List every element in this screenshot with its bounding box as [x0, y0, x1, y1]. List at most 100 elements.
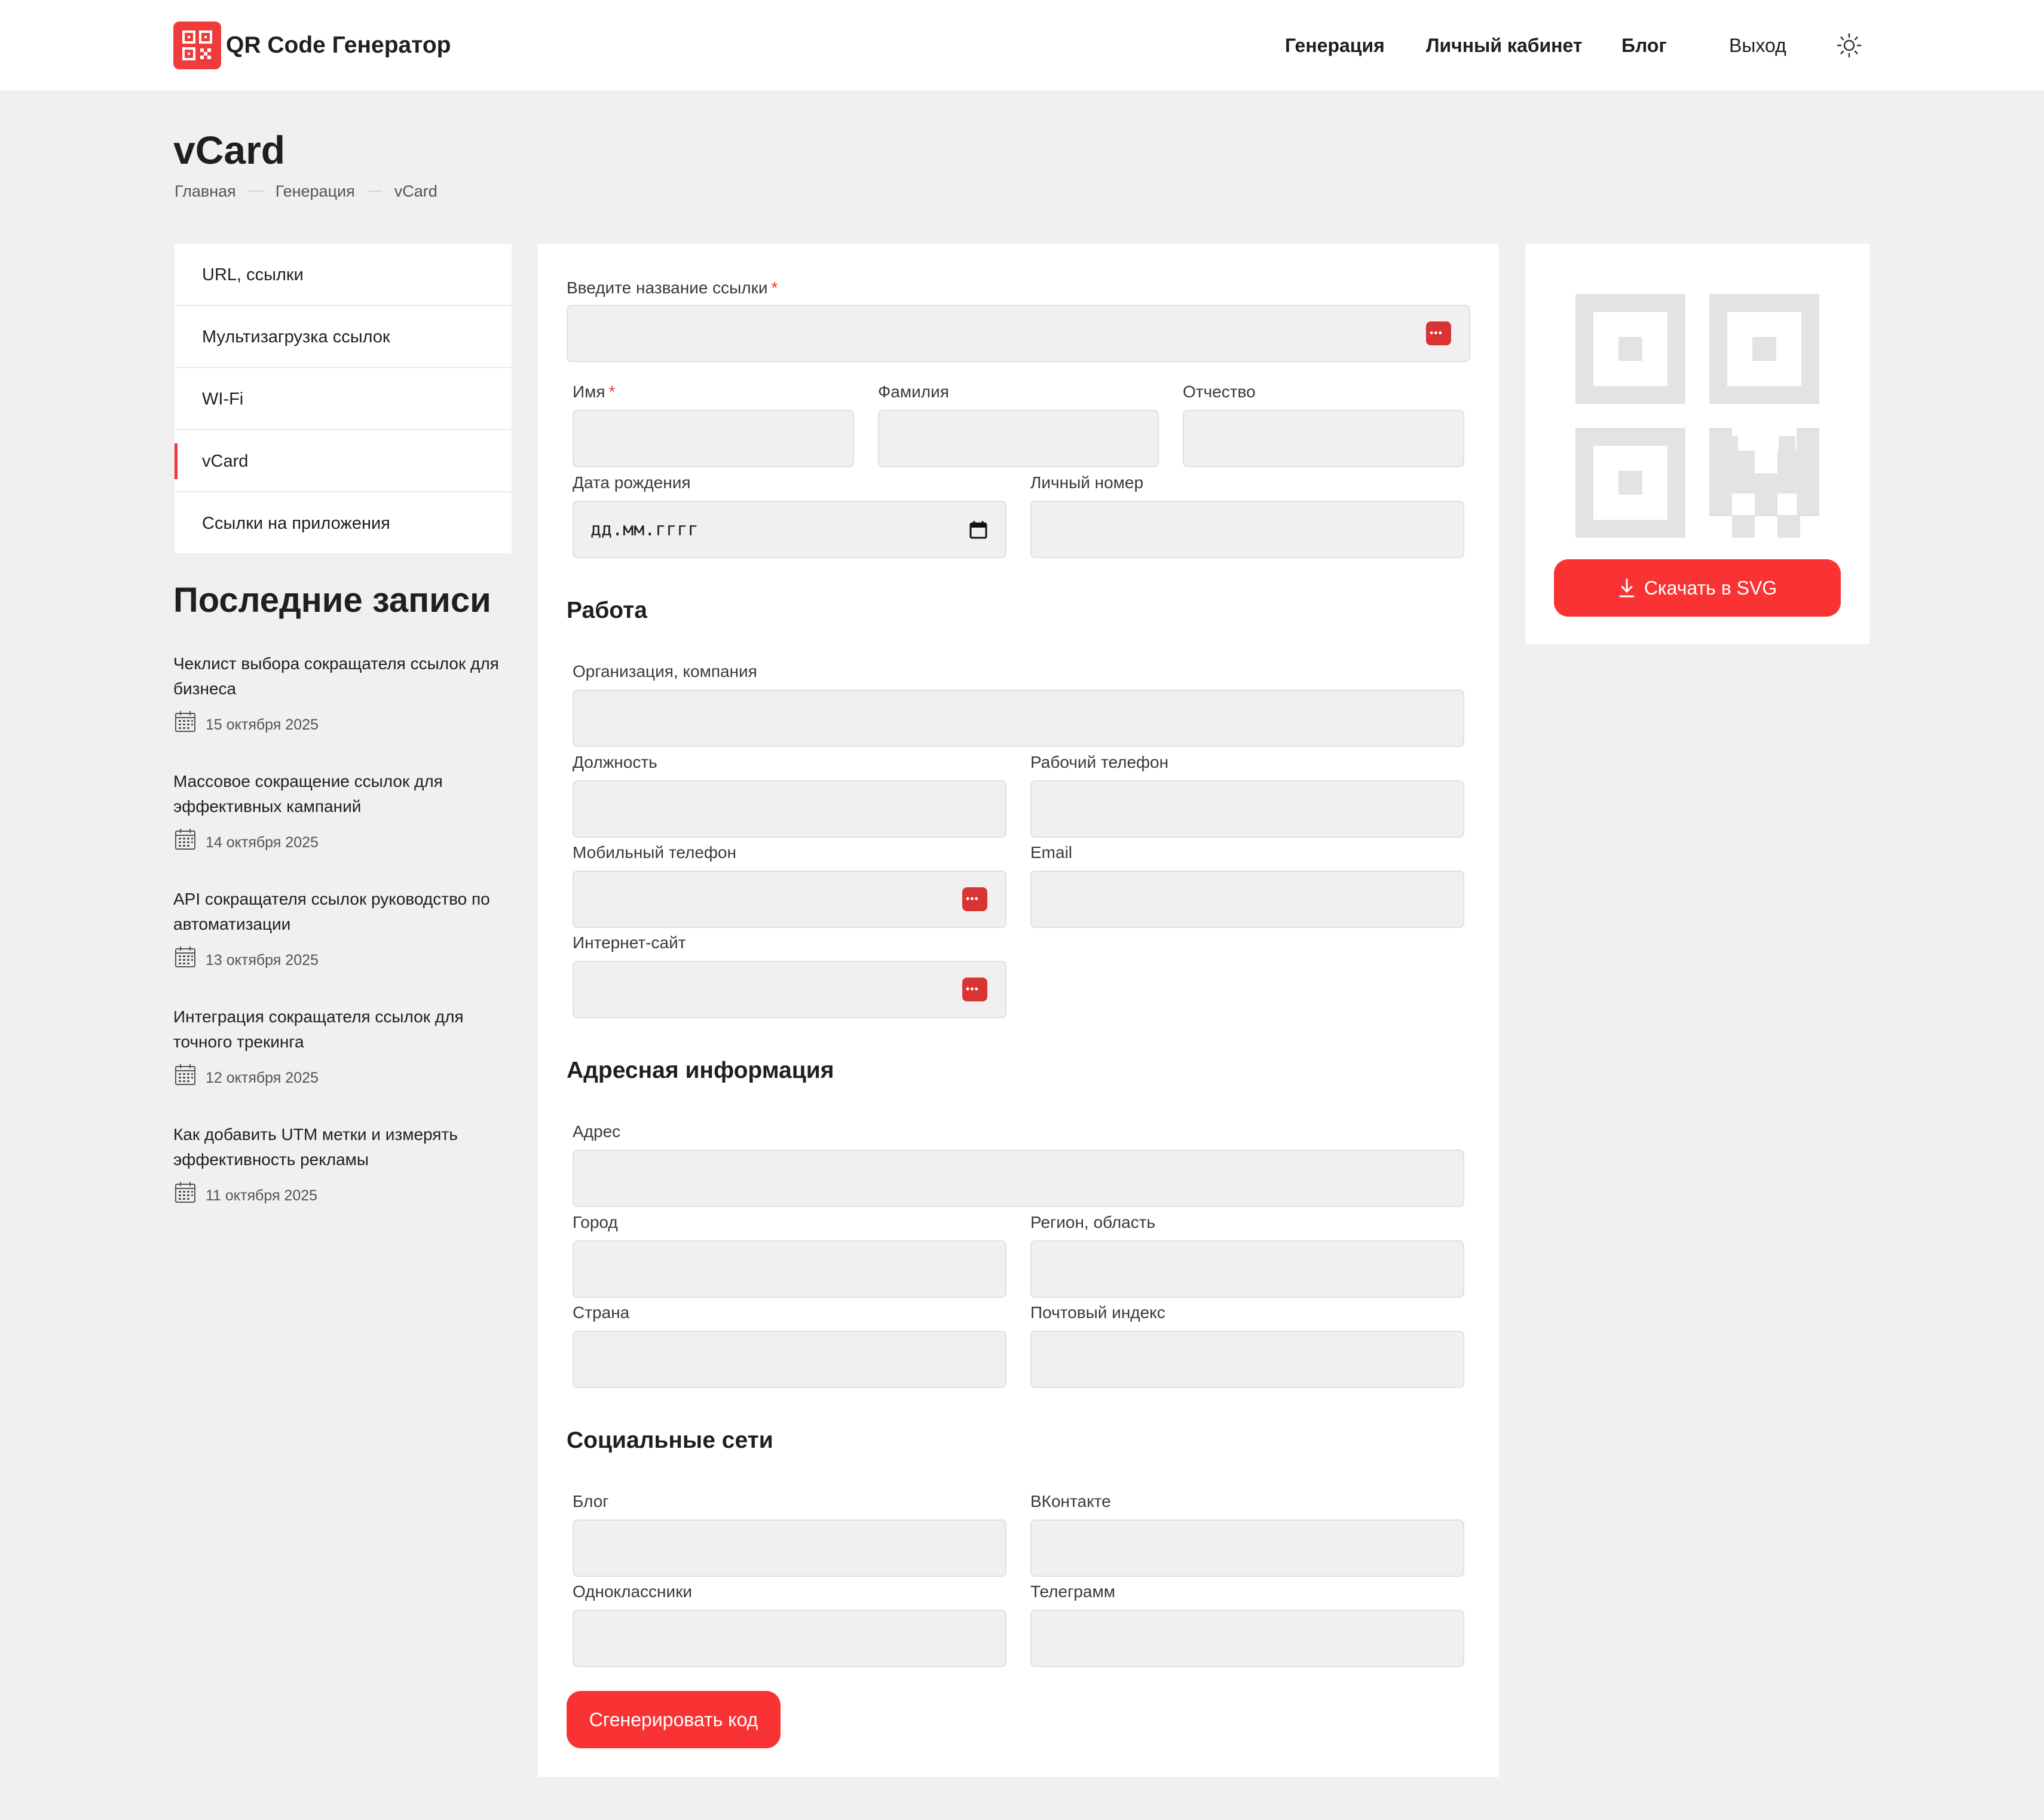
ok-label: Одноклассники [573, 1582, 693, 1601]
last-name-label: Фамилия [878, 382, 949, 401]
post-title[interactable]: Чеклист выбора сокращателя ссылок для би… [173, 651, 520, 701]
calendar-icon [173, 945, 206, 975]
address-input[interactable] [573, 1150, 1464, 1207]
password-manager-icon[interactable] [962, 978, 987, 1001]
birthdate-value: дд.мм.гггг [590, 519, 699, 540]
menu-item-multi-upload[interactable]: Мультизагрузка ссылок [175, 306, 512, 368]
blog-input[interactable] [573, 1519, 1006, 1577]
email-input[interactable] [1030, 871, 1464, 928]
personal-phone-input[interactable] [1030, 501, 1464, 558]
password-manager-icon[interactable] [1426, 321, 1451, 345]
zip-label: Почтовый индекс [1030, 1303, 1165, 1322]
breadcrumb-home[interactable]: Главная [175, 180, 236, 202]
blog-label: Блог [573, 1492, 609, 1510]
brand-name[interactable]: QR Code Генератор [226, 29, 451, 62]
nav-logout[interactable]: Выход [1729, 31, 1786, 60]
website-input[interactable] [573, 961, 1006, 1018]
breadcrumb: Главная Генерация vCard [175, 180, 437, 202]
post-date-text: 11 октября 2025 [206, 1187, 318, 1204]
breadcrumb-generation[interactable]: Генерация [276, 180, 355, 202]
generator-type-menu: URL, ссылки Мультизагрузка ссылок WI-Fi … [175, 244, 512, 553]
nav-generation[interactable]: Генерация [1285, 31, 1385, 60]
middle-name-input[interactable] [1183, 410, 1464, 467]
required-asterisk: * [608, 382, 616, 401]
region-input[interactable] [1030, 1240, 1464, 1298]
link-name-input[interactable] [567, 305, 1470, 362]
password-manager-icon[interactable] [962, 887, 987, 911]
required-asterisk: * [771, 278, 778, 297]
calendar-icon[interactable] [968, 520, 989, 543]
list-item: Как добавить UTM метки и измерять эффект… [173, 1122, 520, 1211]
post-date: 14 октября 2025 [173, 828, 520, 857]
org-label: Организация, компания [573, 662, 757, 681]
post-date-text: 14 октября 2025 [206, 834, 319, 851]
post-date: 12 октября 2025 [173, 1063, 520, 1093]
post-title[interactable]: Интеграция сокращателя ссылок для точног… [173, 1004, 520, 1055]
download-label: Скачать в SVG [1644, 577, 1777, 599]
vk-label: ВКонтакте [1030, 1492, 1111, 1510]
top-bar: QR Code Генератор Генерация Личный кабин… [0, 0, 2044, 90]
menu-item-url[interactable]: URL, ссылки [175, 244, 512, 306]
recent-posts-title: Последние записи [173, 581, 491, 620]
email-label: Email [1030, 843, 1073, 862]
generate-code-button[interactable]: Сгенерировать код [567, 1691, 781, 1748]
nav-account[interactable]: Личный кабинет [1426, 31, 1583, 60]
link-name-label: Введите название ссылки * [567, 278, 778, 297]
mobile-label: Мобильный телефон [573, 843, 736, 862]
work-section-title: Работа [567, 598, 647, 623]
work-phone-input[interactable] [1030, 780, 1464, 838]
address-section-title: Адресная информация [567, 1058, 834, 1083]
telegram-label: Телеграмм [1030, 1582, 1115, 1601]
page-title: vCard [173, 128, 286, 172]
position-input[interactable] [573, 780, 1006, 838]
breadcrumb-separator [247, 191, 264, 192]
menu-item-app-links[interactable]: Ссылки на приложения [175, 492, 512, 553]
social-section-title: Социальные сети [567, 1427, 773, 1453]
post-date: 13 октября 2025 [173, 945, 520, 975]
vk-input[interactable] [1030, 1519, 1464, 1577]
post-date: 15 октября 2025 [173, 710, 520, 740]
menu-item-wifi[interactable]: WI-Fi [175, 368, 512, 430]
mobile-input[interactable] [573, 871, 1006, 928]
post-title[interactable]: API сокращателя ссылок руководство по ав… [173, 887, 520, 937]
org-input[interactable] [573, 690, 1464, 747]
download-svg-button[interactable]: Скачать в SVG [1554, 559, 1841, 617]
country-label: Страна [573, 1303, 630, 1322]
list-item: Интеграция сокращателя ссылок для точног… [173, 1004, 520, 1093]
city-input[interactable] [573, 1240, 1006, 1298]
last-name-input[interactable] [878, 410, 1159, 467]
position-label: Должность [573, 753, 657, 771]
nav-blog[interactable]: Блог [1621, 31, 1667, 60]
calendar-icon [173, 828, 206, 857]
list-item: API сокращателя ссылок руководство по ав… [173, 887, 520, 975]
breadcrumb-separator [366, 191, 383, 192]
birthdate-label: Дата рождения [573, 473, 691, 492]
calendar-icon [173, 1181, 206, 1211]
city-label: Город [573, 1213, 618, 1231]
post-date: 11 октября 2025 [173, 1181, 520, 1211]
birthdate-input[interactable]: дд.мм.гггг [573, 501, 1006, 558]
post-title[interactable]: Массовое сокращение ссылок для эффективн… [173, 769, 520, 819]
post-date-text: 13 октября 2025 [206, 952, 319, 969]
qr-logo-icon[interactable] [173, 22, 221, 69]
country-input[interactable] [573, 1331, 1006, 1388]
zip-input[interactable] [1030, 1331, 1464, 1388]
ok-input[interactable] [573, 1610, 1006, 1667]
post-date-text: 15 октября 2025 [206, 716, 319, 733]
personal-phone-label: Личный номер [1030, 473, 1144, 492]
calendar-icon [173, 710, 206, 740]
post-date-text: 12 октября 2025 [206, 1070, 319, 1086]
list-item: Чеклист выбора сокращателя ссылок для би… [173, 651, 520, 740]
telegram-input[interactable] [1030, 1610, 1464, 1667]
region-label: Регион, область [1030, 1213, 1156, 1231]
middle-name-label: Отчество [1183, 382, 1256, 401]
sun-icon[interactable] [1836, 32, 1862, 62]
download-icon [1618, 577, 1644, 599]
breadcrumb-current: vCard [394, 182, 437, 200]
menu-item-vcard[interactable]: vCard [175, 430, 512, 492]
post-title[interactable]: Как добавить UTM метки и измерять эффект… [173, 1122, 520, 1172]
qr-placeholder-image [1575, 294, 1819, 538]
list-item: Массовое сокращение ссылок для эффективн… [173, 769, 520, 857]
first-name-input[interactable] [573, 410, 854, 467]
first-name-label: Имя * [573, 382, 616, 401]
